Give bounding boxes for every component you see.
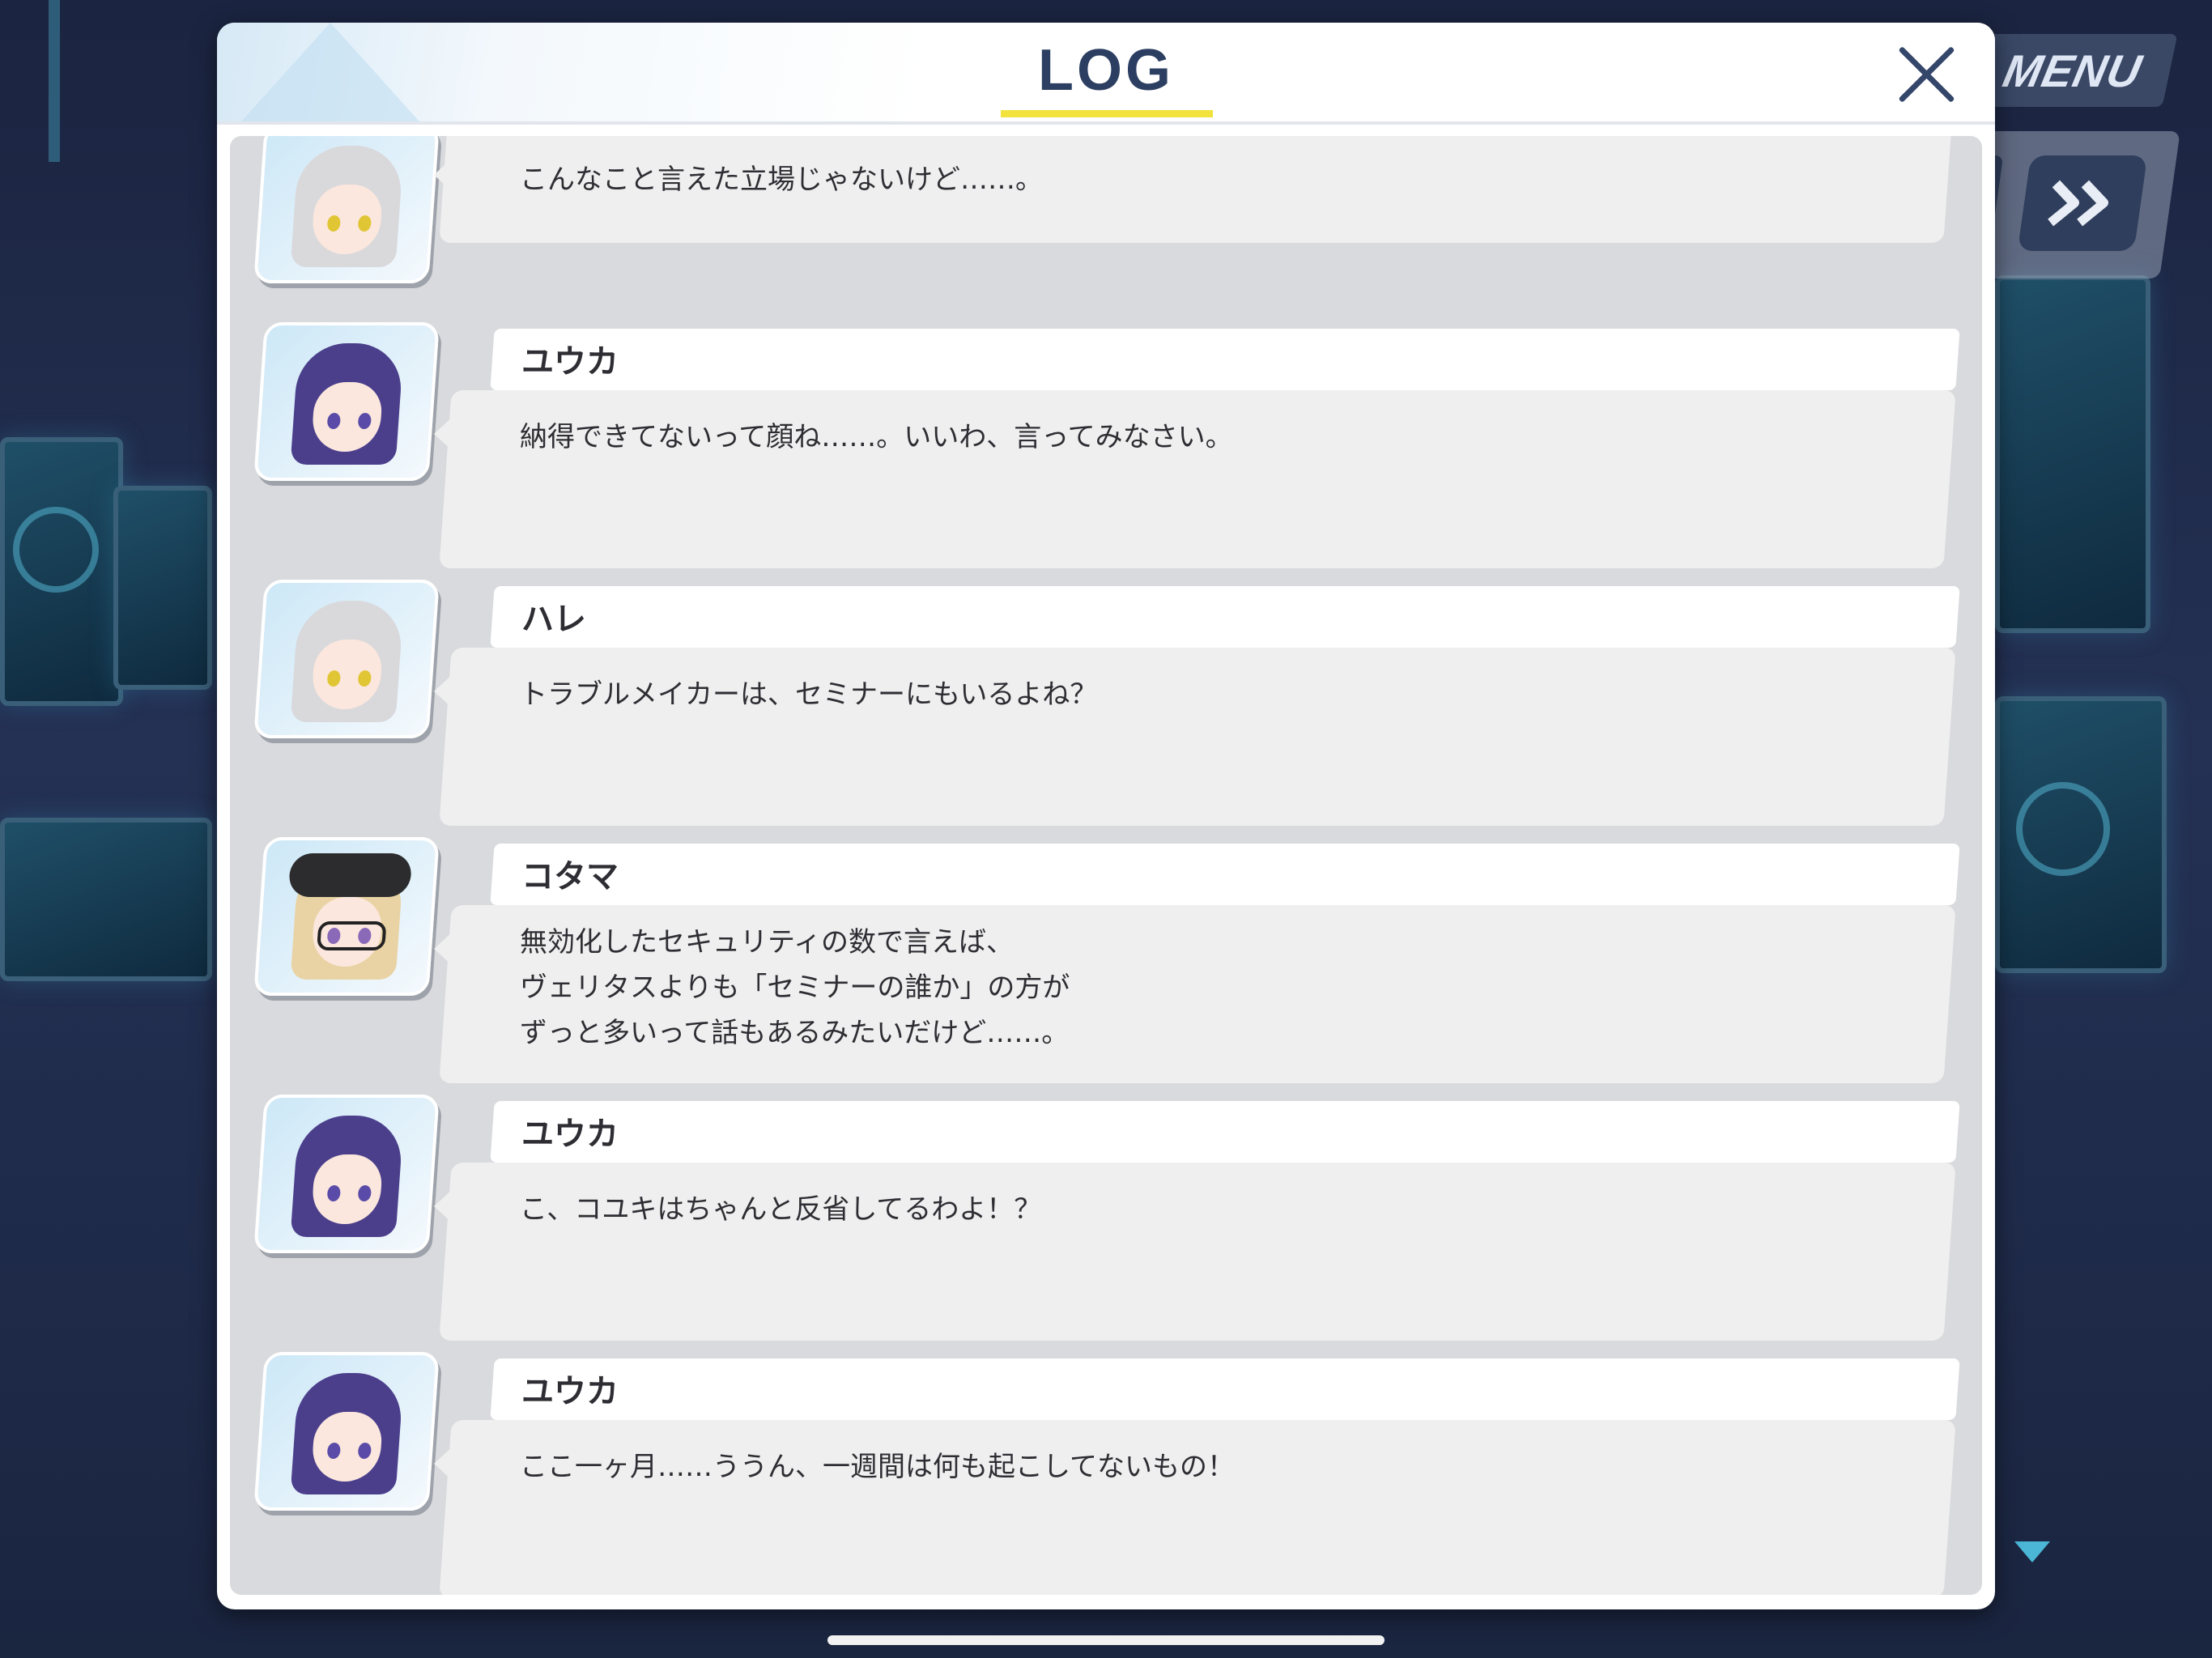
speaker-name: ユウカ — [521, 343, 619, 380]
log-entry: ハレ トラブルメイカーは、セミナーにもいるよね？ — [230, 580, 1982, 844]
log-entry: ユウカ ここ一ヶ月……ううん、一週間は何も起こしてないもの！ — [230, 1352, 1982, 1595]
page-title: LOG — [1038, 38, 1174, 103]
dialogue-text: 納得できてないって顔ね……。いいわ、言ってみなさい。 — [520, 421, 1233, 453]
log-entry: ユウカ 納得できてないって顔ね……。いいわ、言ってみなさい。 — [230, 322, 1982, 586]
menu-label: MENU — [1998, 45, 2147, 96]
bubble-notch — [434, 157, 453, 193]
close-icon[interactable] — [1893, 40, 1961, 108]
name-bar — [490, 1358, 1960, 1420]
dialogue-text: こ、コユキはちゃんと反省してるわよ！？ — [520, 1193, 1042, 1226]
double-chevron-right-icon — [2048, 180, 2109, 227]
dialogue-text: こんなこと言えた立場じゃないけど……。 — [520, 164, 1043, 196]
name-bar — [490, 1101, 1960, 1163]
avatar — [253, 1352, 440, 1511]
speaker-name: ユウカ — [521, 1373, 619, 1410]
avatar — [253, 837, 440, 996]
speaker-name: ユウカ — [521, 1116, 619, 1153]
bubble-notch — [434, 1188, 453, 1224]
avatar — [253, 136, 440, 283]
log-list[interactable]: こんなこと言えた立場じゃないけど……。 ユウカ 納得できてないって顔ね……。いい… — [230, 136, 1982, 1595]
log-panel: LOG こんなこと言えた立場じゃないけど……。 ユウカ 納得できてないって顔ね…… — [217, 23, 1995, 1609]
background-monitor-right-2 — [1995, 696, 2167, 973]
avatar — [253, 322, 440, 481]
panel-header: LOG — [217, 23, 1995, 125]
dialogue-text: 無効化したセキュリティの数で言えば、 ヴェリタスよりも「セミナーの誰か」の方が … — [520, 926, 1070, 1049]
title-underline — [1001, 110, 1213, 117]
background-monitor-left — [0, 437, 123, 706]
log-entry: こんなこと言えた立場じゃないけど……。 — [230, 136, 1982, 283]
bubble-notch — [434, 674, 453, 709]
scroll-down-icon[interactable] — [2014, 1541, 2050, 1562]
name-bar — [490, 586, 1960, 648]
dialogue-text: ここ一ヶ月……ううん、一週間は何も起こしてないもの！ — [520, 1451, 1235, 1483]
bubble-notch — [434, 1446, 453, 1482]
background-monitor-left-3 — [0, 818, 212, 981]
avatar — [253, 1095, 440, 1253]
background-cable — [49, 0, 60, 162]
background-monitor-left-2 — [113, 486, 212, 690]
speaker-name: コタマ — [521, 858, 619, 895]
menu-button[interactable]: MENU — [1967, 34, 2178, 107]
name-bar — [490, 329, 1960, 390]
name-bar — [490, 844, 1960, 905]
bubble-notch — [434, 416, 453, 452]
dialogue-text: トラブルメイカーは、セミナーにもいるよね？ — [520, 678, 1098, 711]
log-entry: ユウカ こ、コユキはちゃんと反省してるわよ！？ — [230, 1095, 1982, 1358]
background-monitor-right — [1995, 275, 2150, 633]
bubble-notch — [434, 931, 453, 967]
avatar — [253, 580, 440, 738]
fast-forward-button[interactable] — [2017, 155, 2148, 251]
speaker-name: ハレ — [521, 601, 586, 638]
home-indicator[interactable] — [827, 1635, 1385, 1645]
log-entry: コタマ 無効化したセキュリティの数で言えば、 ヴェリタスよりも「セミナーの誰か」… — [230, 837, 1982, 1101]
